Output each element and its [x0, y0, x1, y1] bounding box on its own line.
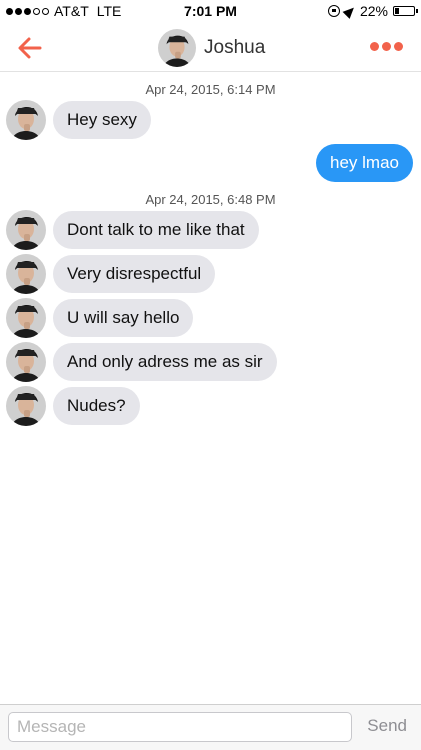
message-bubble-incoming[interactable]: Nudes?: [53, 387, 140, 425]
avatar[interactable]: [6, 210, 46, 250]
more-options-button[interactable]: [370, 42, 403, 51]
avatar[interactable]: [6, 342, 46, 382]
message-row: And only adress me as sir: [6, 342, 277, 382]
status-bar: AT&T LTE 7:01 PM 22%: [0, 0, 421, 24]
message-input[interactable]: [8, 712, 352, 742]
avatar-image: [6, 298, 46, 338]
avatar-image: [6, 386, 46, 426]
message-composer: Send: [0, 704, 421, 750]
nav-bar: Joshua: [0, 24, 421, 72]
message-row: U will say hello: [6, 298, 194, 338]
contact-header[interactable]: Joshua: [158, 29, 265, 67]
avatar[interactable]: [6, 386, 46, 426]
avatar[interactable]: [6, 254, 46, 294]
message-bubble-outgoing[interactable]: hey lmao: [316, 144, 413, 182]
more-dots-icon: [382, 42, 391, 51]
send-button[interactable]: Send: [367, 716, 407, 736]
message-row: Nudes?: [6, 386, 140, 426]
avatar[interactable]: [6, 298, 46, 338]
message-bubble-incoming[interactable]: Very disrespectful: [53, 255, 216, 293]
message-bubble-incoming[interactable]: And only adress me as sir: [53, 343, 277, 381]
rotation-lock-icon: [327, 5, 340, 17]
avatar[interactable]: [158, 29, 196, 67]
message-bubble-incoming[interactable]: Dont talk to me like that: [53, 211, 259, 249]
message-bubble-incoming[interactable]: Hey sexy: [53, 101, 151, 139]
back-button[interactable]: [16, 34, 44, 62]
avatar-image: [6, 254, 46, 294]
avatar-image: [6, 100, 46, 140]
timestamp: Apr 24, 2015, 6:48 PM: [145, 192, 276, 207]
avatar-image: [158, 29, 196, 67]
contact-name: Joshua: [204, 37, 266, 58]
battery-percent: 22%: [359, 3, 388, 19]
avatar-image: [6, 342, 46, 382]
message-bubble-incoming[interactable]: U will say hello: [53, 299, 194, 337]
location-arrow-icon: [342, 3, 358, 19]
arrow-left-icon: [18, 37, 42, 59]
battery-icon: [393, 6, 418, 16]
timestamp: Apr 24, 2015, 6:14 PM: [145, 82, 276, 97]
more-dots-icon: [370, 42, 379, 51]
message-row: Very disrespectful: [6, 254, 216, 294]
message-row: Dont talk to me like that: [6, 210, 259, 250]
avatar-image: [6, 210, 46, 250]
avatar[interactable]: [6, 100, 46, 140]
message-row: Hey sexy: [6, 100, 151, 140]
battery-fill: [395, 8, 399, 14]
status-right: 22%: [327, 3, 418, 19]
more-dots-icon: [394, 42, 403, 51]
